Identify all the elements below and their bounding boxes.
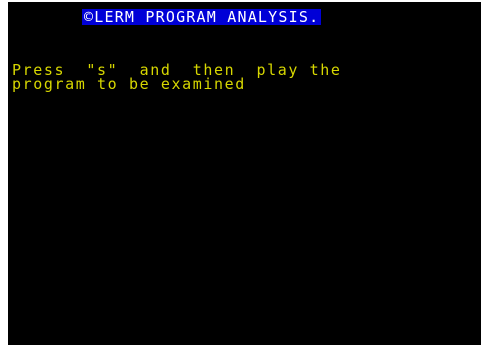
instruction-line-2: program to be examined [12, 75, 246, 93]
instruction-message: Press "s" and then play the program to b… [12, 63, 342, 93]
display-screen: ©LERM PROGRAM ANALYSIS. Press "s" and th… [8, 2, 481, 345]
screen-border: ©LERM PROGRAM ANALYSIS. Press "s" and th… [0, 0, 483, 359]
program-title: ©LERM PROGRAM ANALYSIS. [82, 8, 322, 26]
